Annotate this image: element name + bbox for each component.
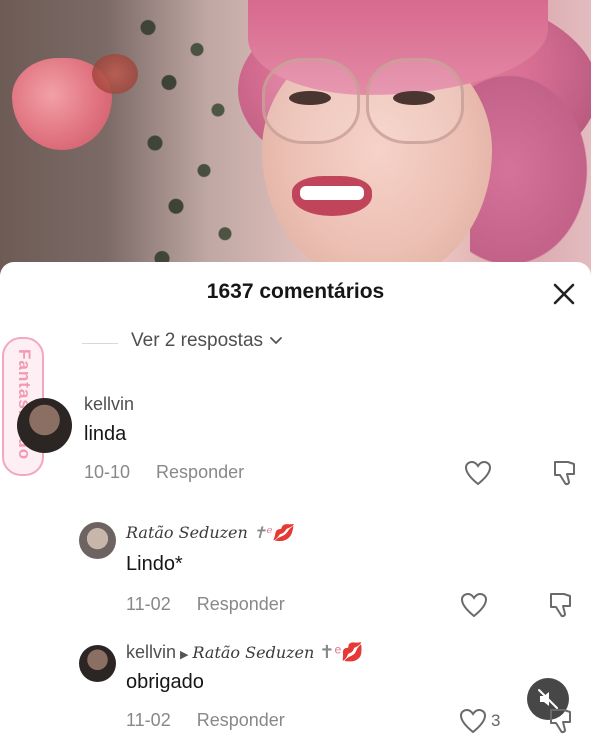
lips-icon: ᵉ💋 <box>334 642 364 662</box>
reply-button[interactable]: Responder <box>197 594 285 615</box>
reply-username-text: Ratão Seduzen <box>126 523 248 542</box>
comment-text: Lindo* <box>126 553 183 575</box>
reply-button[interactable]: Responder <box>156 462 244 483</box>
heart-icon[interactable] <box>458 706 488 736</box>
comment-meta: 10-10 Responder <box>84 462 244 483</box>
comment-username[interactable]: kellvin ▶ Ratão Seduzen ✝ᵉ💋 <box>126 642 364 663</box>
comment-date: 11-02 <box>126 710 171 730</box>
caret-right-icon: ▶ <box>180 649 189 661</box>
view-replies-button[interactable]: Ver 2 respostas <box>131 330 283 352</box>
ivy-decoration <box>120 0 260 275</box>
strawberry-decoration-2 <box>92 54 138 94</box>
heart-icon[interactable] <box>459 590 489 620</box>
comment-date: 11-02 <box>126 594 171 614</box>
comment-username[interactable]: Ratão Seduzen ✝ᵉ💋 <box>126 523 292 542</box>
avatar[interactable] <box>79 645 116 682</box>
close-icon[interactable] <box>550 280 578 308</box>
comment-date: 10-10 <box>84 462 131 482</box>
comment-text: obrigado <box>126 671 204 693</box>
video-preview[interactable] <box>0 0 591 275</box>
person-teeth <box>300 186 364 200</box>
avatar[interactable] <box>17 398 72 453</box>
heart-icon[interactable] <box>463 458 493 488</box>
divider-line <box>82 343 118 344</box>
comment-meta: 11-02 Responder <box>126 594 285 615</box>
comments-screen: 1637 comentários Ver 2 respostas Fantasi… <box>0 0 591 739</box>
avatar[interactable] <box>79 522 116 559</box>
glasses <box>262 58 464 148</box>
reply-to-username[interactable]: Ratão Seduzen <box>193 643 315 662</box>
comment-text: linda <box>84 423 127 445</box>
comment-username[interactable]: kellvin <box>84 394 134 415</box>
view-replies-label: Ver 2 respostas <box>131 330 264 351</box>
like-count: 3 <box>491 711 501 730</box>
rose-icon: ✝ <box>252 523 267 542</box>
chevron-down-icon <box>270 337 282 345</box>
dislike-icon[interactable] <box>546 706 576 736</box>
dislike-icon[interactable] <box>550 458 580 488</box>
lips-icon: ᵉ💋 <box>266 523 293 542</box>
reply-button[interactable]: Responder <box>197 710 285 731</box>
reply-username-text: kellvin <box>126 642 177 662</box>
rose-icon: ✝ <box>319 642 335 662</box>
comment-meta: 11-02 Responder <box>126 710 285 731</box>
comments-count-title: 1637 comentários <box>206 280 385 303</box>
dislike-icon[interactable] <box>546 590 576 620</box>
